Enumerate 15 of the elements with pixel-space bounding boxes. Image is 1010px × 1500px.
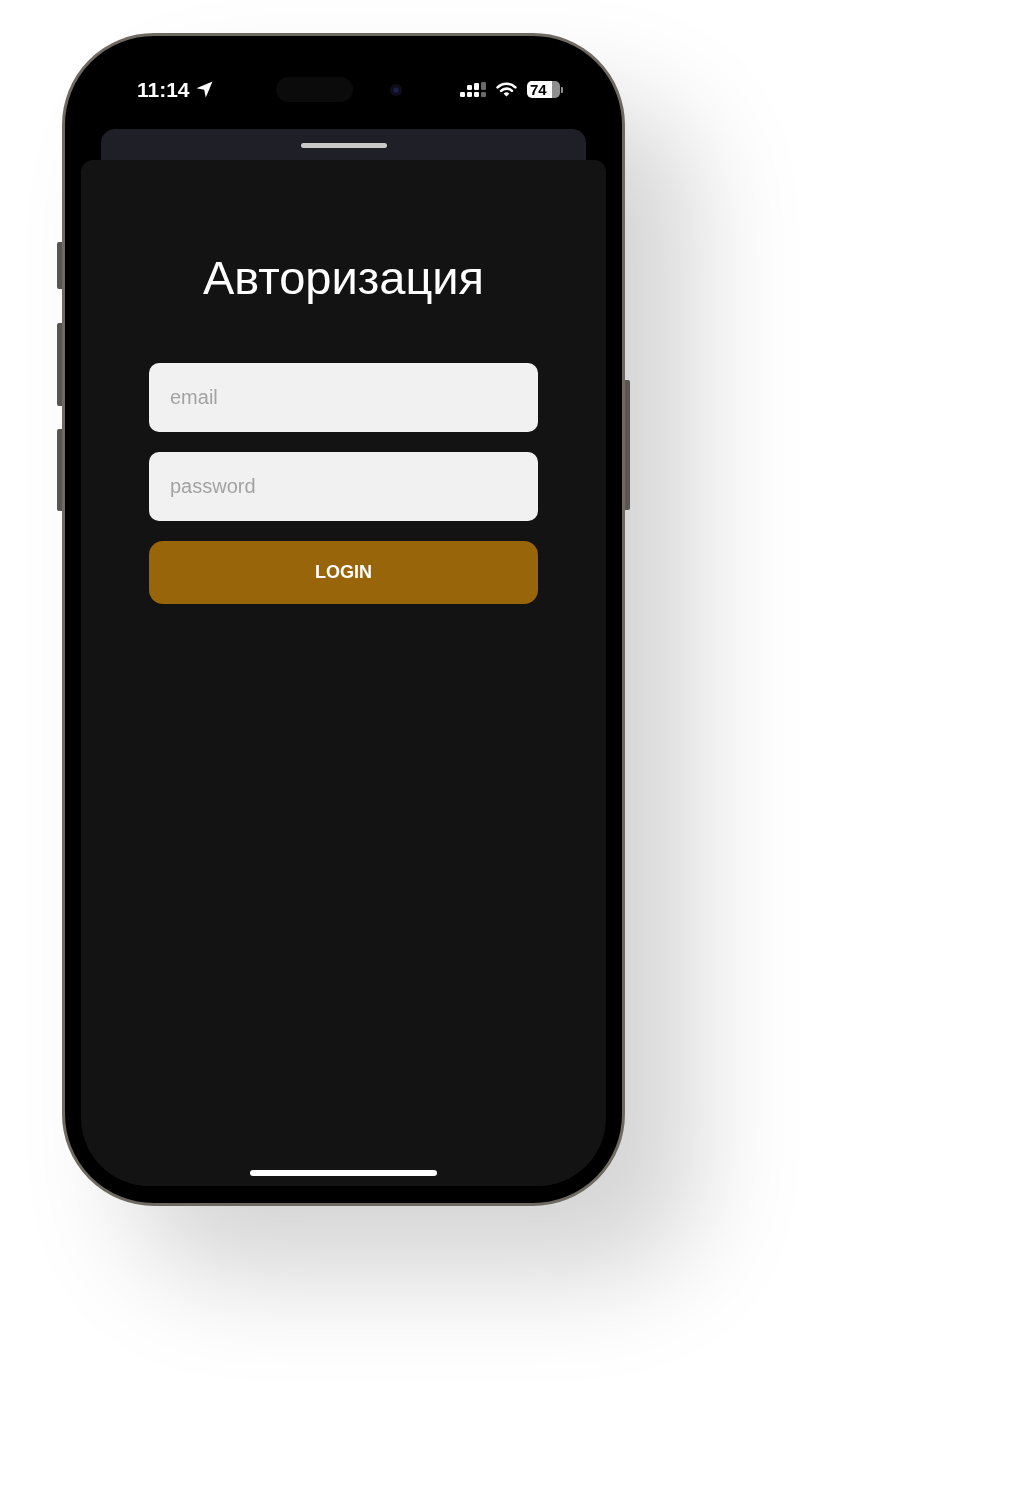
location-arrow-icon bbox=[195, 81, 213, 98]
login-button[interactable]: LOGIN bbox=[149, 541, 538, 604]
status-time: 11:14 bbox=[137, 79, 190, 100]
screen-title: Авторизация bbox=[202, 250, 485, 306]
side-button[interactable] bbox=[625, 380, 630, 510]
sheet-grabber[interactable] bbox=[300, 143, 387, 148]
side-button[interactable] bbox=[57, 242, 62, 289]
side-button[interactable] bbox=[57, 429, 62, 511]
battery-percentage: 74 bbox=[530, 82, 547, 97]
wifi-icon bbox=[496, 82, 517, 97]
input-field[interactable]: password bbox=[149, 452, 538, 521]
signal-icon bbox=[460, 81, 486, 98]
input-field[interactable]: email bbox=[149, 363, 538, 432]
side-button[interactable] bbox=[57, 323, 62, 406]
camera-lens-icon bbox=[390, 83, 402, 96]
